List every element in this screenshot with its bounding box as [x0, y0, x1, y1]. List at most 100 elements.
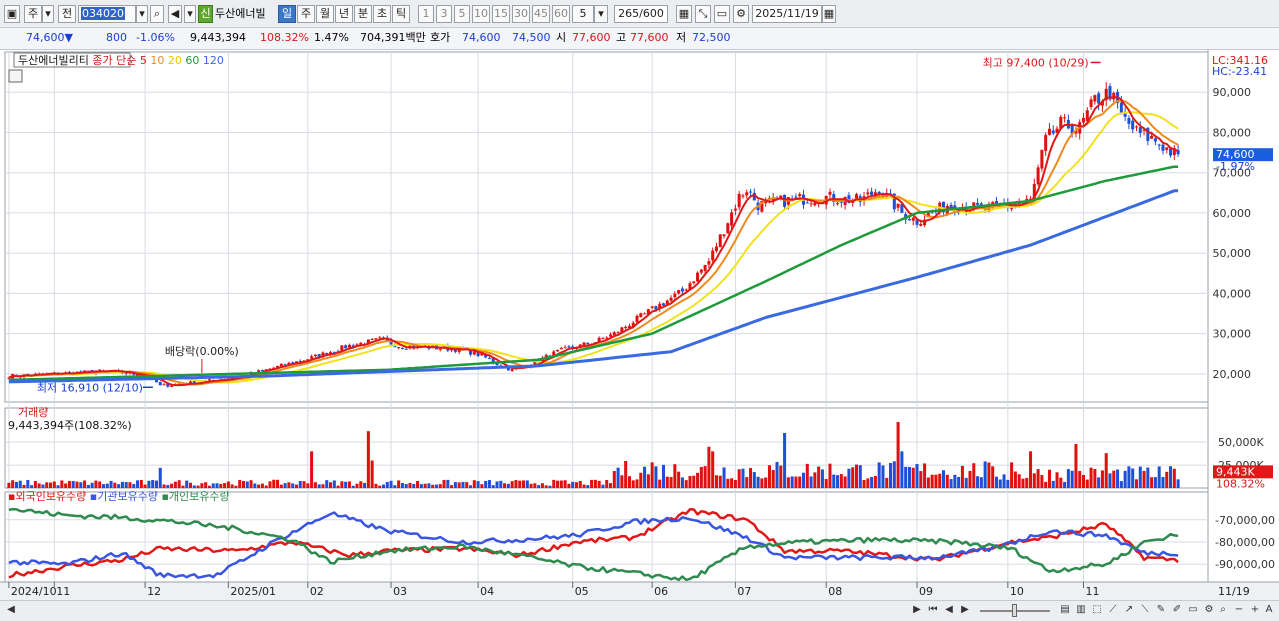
volume-bar [892, 461, 896, 488]
volume-bar [355, 483, 359, 488]
layout-icon[interactable]: ▤ [1058, 603, 1072, 617]
font-icon[interactable]: A [1262, 603, 1276, 617]
volume-bar [957, 476, 961, 488]
gear-icon[interactable]: ⚙ [733, 5, 749, 23]
interval-button-6[interactable]: 45 [532, 5, 550, 23]
search-icon[interactable]: ⌕ [150, 5, 164, 23]
prev-button[interactable]: 전 [58, 5, 76, 23]
period-button-5[interactable]: 초 [373, 5, 391, 23]
x-tick-label: 2024/10 [11, 585, 57, 598]
volume-bar [64, 483, 68, 488]
screen-icon[interactable]: ▭ [1186, 603, 1200, 617]
count-input[interactable]: 265/600 [614, 5, 668, 23]
interval-button-5[interactable]: 30 [512, 5, 530, 23]
candle-body [438, 348, 442, 350]
candle-body [794, 196, 798, 198]
price-change-pct: -1.06% [136, 31, 175, 44]
chevron-down-icon[interactable]: ▾ [184, 5, 196, 23]
volume-bar [1051, 480, 1055, 488]
candle-body [567, 346, 571, 348]
volume-bar [196, 485, 200, 488]
volume-bar [329, 482, 333, 488]
ask-price: 74,600 [462, 31, 501, 44]
volume-bar [419, 484, 423, 488]
x-tick-label: 08 [828, 585, 842, 598]
holdings-tick-label: -80,000,00 [1215, 536, 1275, 549]
cross-icon[interactable]: ⤡ [695, 5, 711, 23]
next-page-icon[interactable]: ▶ [958, 603, 972, 617]
first-page-icon[interactable]: ⏮ [926, 603, 940, 617]
candle-body [1093, 95, 1097, 102]
compare-icon[interactable]: ▥ [1074, 603, 1088, 617]
volume-bar [189, 482, 193, 488]
interval-button-7[interactable]: 60 [552, 5, 570, 23]
chart-grid-icon[interactable]: ▦ [676, 5, 692, 23]
period-button-4[interactable]: 분 [354, 5, 372, 23]
chevron-down-icon[interactable]: ▾ [136, 5, 148, 23]
volume-bar [764, 477, 768, 488]
volume-bar [49, 482, 53, 488]
candle-body [1153, 138, 1157, 142]
stock-chart[interactable]: 90,00080,00070,00060,00050,00040,00030,0… [0, 50, 1279, 600]
price-tick-label: 40,000 [1213, 287, 1252, 300]
volume-bar [843, 476, 847, 488]
period-button-0[interactable]: 일 [278, 5, 296, 23]
period-button-6[interactable]: 틱 [392, 5, 410, 23]
volume-bar [18, 480, 22, 488]
plus-icon[interactable]: + [1248, 603, 1262, 617]
code-input[interactable]: 034020 [78, 5, 136, 23]
period-button-3[interactable]: 년 [335, 5, 353, 23]
chevron-down-icon[interactable]: ▾ [594, 5, 608, 23]
line-tool-icon[interactable]: ⟋ [1106, 603, 1120, 617]
play-icon[interactable]: ▶ [910, 603, 924, 617]
prev-page-icon[interactable]: ◀ [942, 603, 956, 617]
config-icon[interactable]: ⚙ [1202, 603, 1216, 617]
period-button-2[interactable]: 월 [316, 5, 334, 23]
fibo-icon[interactable]: ⟍ [1138, 603, 1152, 617]
interval-button-0[interactable]: 1 [418, 5, 434, 23]
volume-bar [67, 480, 71, 488]
candle-body [749, 191, 753, 193]
volume-bar [741, 468, 745, 488]
volume-bar [714, 475, 718, 488]
minus-icon[interactable]: − [1232, 603, 1246, 617]
window-icon[interactable]: ▣ [4, 5, 20, 23]
save-icon[interactable]: ▭ [714, 5, 730, 23]
stock-type-select[interactable]: 주 [24, 5, 42, 23]
high-annotation: 최고 97,400 (10/29) [983, 56, 1089, 69]
candle-body [836, 203, 840, 205]
period-button-1[interactable]: 주 [297, 5, 315, 23]
volume-bar [241, 480, 246, 488]
candle-body [601, 338, 605, 340]
calendar-icon[interactable]: ▦ [822, 5, 836, 23]
interval-button-2[interactable]: 5 [454, 5, 470, 23]
draw-icon[interactable]: ✎ [1154, 603, 1168, 617]
date-input[interactable]: 2025/11/19 [752, 5, 822, 23]
chevron-down-icon[interactable]: ▾ [42, 5, 54, 23]
volume-bar [919, 471, 923, 488]
main-toolbar: ▣ 주 ▾ 전 034020 ▾ ⌕ ◀ ▾ 신 두산에너빌 일주월년분초틱 1… [0, 0, 1279, 28]
interval-button-3[interactable]: 10 [472, 5, 490, 23]
zoom-icon[interactable]: ⌕ [1216, 603, 1230, 617]
pencil-icon[interactable]: ✐ [1170, 603, 1184, 617]
volume-bar [446, 479, 450, 488]
trend-icon[interactable]: ↗ [1122, 603, 1136, 617]
scroll-left-icon[interactable]: ◀ [4, 603, 18, 617]
holdings-legend-item-1: ▪기관보유수량 [90, 490, 162, 503]
interval-button-1[interactable]: 3 [436, 5, 452, 23]
select-icon[interactable]: ⬚ [1090, 603, 1104, 617]
volume-bar [677, 471, 681, 488]
interval-button-4[interactable]: 15 [492, 5, 510, 23]
candle-body [1044, 135, 1048, 151]
volume-bar [760, 478, 764, 488]
turnover-pct: 1.47% [314, 31, 349, 44]
n-value-input[interactable]: 5 [572, 5, 594, 23]
volume-bar [1112, 470, 1116, 488]
candle-body [911, 217, 915, 221]
volume-bar [1165, 471, 1169, 488]
zoom-slider-handle[interactable] [1012, 604, 1017, 617]
candle-body [344, 345, 348, 349]
volume-bar [540, 483, 544, 488]
volume-bar [276, 479, 280, 488]
speaker-icon[interactable]: ◀ [168, 5, 182, 23]
